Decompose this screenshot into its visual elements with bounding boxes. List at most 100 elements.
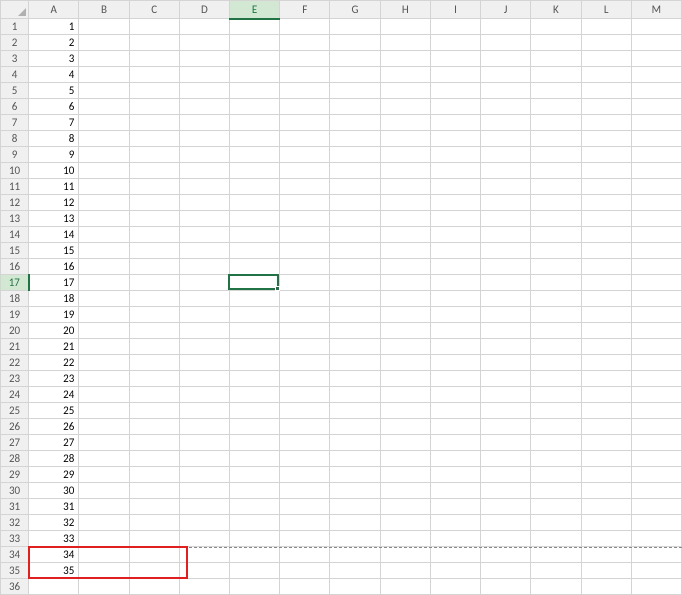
cell-K17[interactable] xyxy=(531,275,581,291)
cell-A2[interactable]: 2 xyxy=(29,35,79,51)
cell-D36[interactable] xyxy=(179,579,229,595)
cell-D9[interactable] xyxy=(179,147,229,163)
cell-B27[interactable] xyxy=(79,435,129,451)
cell-C29[interactable] xyxy=(129,467,179,483)
cell-G13[interactable] xyxy=(330,211,380,227)
cell-G28[interactable] xyxy=(330,451,380,467)
cell-J31[interactable] xyxy=(481,499,531,515)
cell-G1[interactable] xyxy=(330,19,380,35)
cell-M27[interactable] xyxy=(631,435,681,451)
cell-K34[interactable] xyxy=(531,547,581,563)
cell-F17[interactable] xyxy=(280,275,330,291)
cell-J4[interactable] xyxy=(481,67,531,83)
row-header-14[interactable]: 14 xyxy=(1,227,29,243)
cell-F18[interactable] xyxy=(280,291,330,307)
cell-G2[interactable] xyxy=(330,35,380,51)
cell-B28[interactable] xyxy=(79,451,129,467)
cell-G10[interactable] xyxy=(330,163,380,179)
row-header-3[interactable]: 3 xyxy=(1,51,29,67)
cell-C2[interactable] xyxy=(129,35,179,51)
cell-G8[interactable] xyxy=(330,131,380,147)
cell-B26[interactable] xyxy=(79,419,129,435)
cell-C22[interactable] xyxy=(129,355,179,371)
cell-I9[interactable] xyxy=(430,147,480,163)
cell-M3[interactable] xyxy=(631,51,681,67)
cell-F31[interactable] xyxy=(280,499,330,515)
select-all-corner[interactable] xyxy=(1,1,29,19)
cell-G16[interactable] xyxy=(330,259,380,275)
col-header-K[interactable]: K xyxy=(531,1,581,19)
cell-I32[interactable] xyxy=(430,515,480,531)
cell-I36[interactable] xyxy=(430,579,480,595)
cell-E28[interactable] xyxy=(229,451,279,467)
cell-E2[interactable] xyxy=(229,35,279,51)
cell-B12[interactable] xyxy=(79,195,129,211)
cell-D15[interactable] xyxy=(179,243,229,259)
row-header-12[interactable]: 12 xyxy=(1,195,29,211)
cell-C16[interactable] xyxy=(129,259,179,275)
row-header-18[interactable]: 18 xyxy=(1,291,29,307)
cell-C34[interactable] xyxy=(129,547,179,563)
cell-F15[interactable] xyxy=(280,243,330,259)
cell-E4[interactable] xyxy=(229,67,279,83)
cell-J13[interactable] xyxy=(481,211,531,227)
cell-H7[interactable] xyxy=(380,115,430,131)
cell-D17[interactable] xyxy=(179,275,229,291)
cell-L22[interactable] xyxy=(581,355,631,371)
cell-H35[interactable] xyxy=(380,563,430,579)
cell-F21[interactable] xyxy=(280,339,330,355)
row-header-6[interactable]: 6 xyxy=(1,99,29,115)
cell-I16[interactable] xyxy=(430,259,480,275)
cell-E13[interactable] xyxy=(229,211,279,227)
cell-E12[interactable] xyxy=(229,195,279,211)
row-header-32[interactable]: 32 xyxy=(1,515,29,531)
cell-L28[interactable] xyxy=(581,451,631,467)
cell-C33[interactable] xyxy=(129,531,179,547)
cell-M19[interactable] xyxy=(631,307,681,323)
cell-K18[interactable] xyxy=(531,291,581,307)
cell-L21[interactable] xyxy=(581,339,631,355)
cell-K29[interactable] xyxy=(531,467,581,483)
cell-B9[interactable] xyxy=(79,147,129,163)
cell-K1[interactable] xyxy=(531,19,581,35)
cell-B4[interactable] xyxy=(79,67,129,83)
row-header-17[interactable]: 17 xyxy=(1,275,29,291)
col-header-G[interactable]: G xyxy=(330,1,380,19)
cell-I20[interactable] xyxy=(430,323,480,339)
row-header-15[interactable]: 15 xyxy=(1,243,29,259)
cell-K5[interactable] xyxy=(531,83,581,99)
cell-L29[interactable] xyxy=(581,467,631,483)
cell-A21[interactable]: 21 xyxy=(29,339,79,355)
cell-F33[interactable] xyxy=(280,531,330,547)
cell-B19[interactable] xyxy=(79,307,129,323)
cell-H22[interactable] xyxy=(380,355,430,371)
cell-E26[interactable] xyxy=(229,419,279,435)
cell-E20[interactable] xyxy=(229,323,279,339)
cell-I34[interactable] xyxy=(430,547,480,563)
cell-B33[interactable] xyxy=(79,531,129,547)
col-header-J[interactable]: J xyxy=(481,1,531,19)
cell-H11[interactable] xyxy=(380,179,430,195)
cell-D1[interactable] xyxy=(179,19,229,35)
cell-L17[interactable] xyxy=(581,275,631,291)
cell-H30[interactable] xyxy=(380,483,430,499)
cell-L25[interactable] xyxy=(581,403,631,419)
row-header-35[interactable]: 35 xyxy=(1,563,29,579)
cell-E23[interactable] xyxy=(229,371,279,387)
cell-A11[interactable]: 11 xyxy=(29,179,79,195)
cell-M22[interactable] xyxy=(631,355,681,371)
cell-H19[interactable] xyxy=(380,307,430,323)
cell-H9[interactable] xyxy=(380,147,430,163)
cell-A14[interactable]: 14 xyxy=(29,227,79,243)
cell-K13[interactable] xyxy=(531,211,581,227)
cell-J10[interactable] xyxy=(481,163,531,179)
cell-A8[interactable]: 8 xyxy=(29,131,79,147)
cell-A27[interactable]: 27 xyxy=(29,435,79,451)
cell-D5[interactable] xyxy=(179,83,229,99)
col-header-F[interactable]: F xyxy=(280,1,330,19)
cell-E18[interactable] xyxy=(229,291,279,307)
cell-A4[interactable]: 4 xyxy=(29,67,79,83)
cell-C35[interactable] xyxy=(129,563,179,579)
cell-I29[interactable] xyxy=(430,467,480,483)
cell-I2[interactable] xyxy=(430,35,480,51)
